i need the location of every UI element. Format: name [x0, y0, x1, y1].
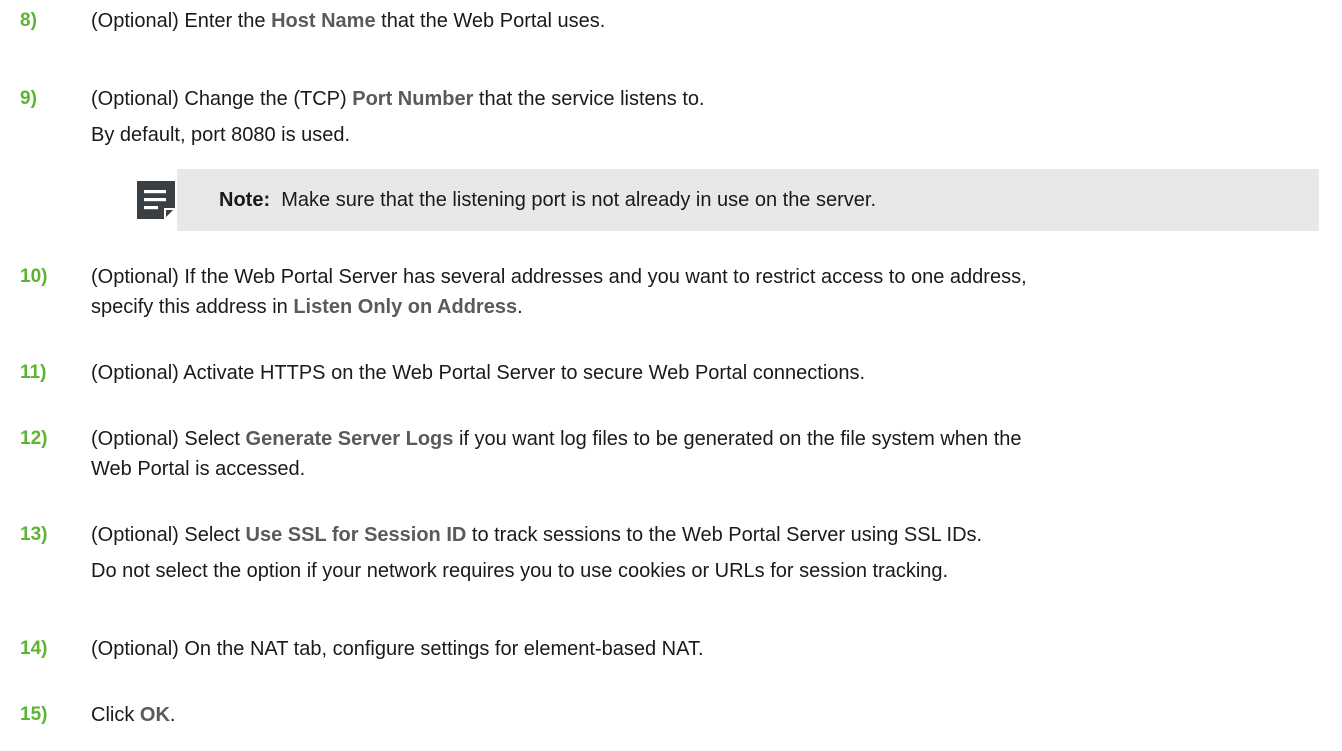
step-line: By default, port 8080 is used. — [91, 124, 351, 146]
step-text: (Optional) On the NAT tab, configure set… — [91, 634, 1342, 664]
text-run: that the service listens to. — [473, 88, 705, 110]
step-line: Click OK. — [91, 700, 1342, 730]
step-line: (Optional) Select Generate Server Logs i… — [91, 424, 1342, 454]
text-run: (Optional) Change the (TCP) — [91, 88, 353, 110]
step-number: 12) — [20, 428, 48, 449]
note-label: Note: — [219, 189, 271, 211]
note-icon — [137, 181, 175, 219]
step-number: 8) — [20, 10, 37, 31]
step-number: 13) — [20, 524, 48, 545]
text-run: to track sessions to the Web Portal Serv… — [466, 524, 983, 546]
step-line: (Optional) Activate HTTPS on the Web Por… — [91, 362, 866, 384]
text-run: (Optional) Select — [91, 524, 246, 546]
step-number: 11) — [20, 362, 47, 383]
step-line: (Optional) On the NAT tab, configure set… — [91, 638, 704, 660]
step-line: (Optional) If the Web Portal Server has … — [91, 266, 1027, 288]
text-run: (Optional) Select — [91, 428, 246, 450]
step-number: 15) — [20, 704, 48, 725]
step-text: (Optional) Select Use SSL for Session ID… — [91, 520, 1342, 586]
ui-term: Port Number — [352, 88, 474, 110]
text-run: (Optional) Enter the — [91, 10, 272, 32]
step-number: 14) — [20, 638, 48, 659]
step-line: Do not select the option if your network… — [91, 560, 949, 582]
note-box: Note: Make sure that the listening port … — [177, 169, 1319, 231]
step-line: (Optional) Enter the Host Name that the … — [91, 6, 1342, 36]
step-text: (Optional) Activate HTTPS on the Web Por… — [91, 358, 1342, 388]
step-text: (Optional) Select Generate Server Logs i… — [91, 424, 1342, 484]
step-number: 9) — [20, 88, 37, 109]
step-line: (Optional) Select Use SSL for Session ID… — [91, 520, 1342, 550]
step-text: Click OK. — [91, 700, 1342, 730]
step-number: 10) — [20, 266, 48, 287]
ui-term: Host Name — [271, 10, 376, 32]
step-text: (Optional) If the Web Portal Server has … — [91, 262, 1342, 322]
text-run: Click — [91, 704, 140, 726]
step-line: (Optional) Change the (TCP) Port Number … — [91, 84, 1342, 114]
step-text: (Optional) Change the (TCP) Port Number … — [91, 84, 1342, 150]
text-run: that the Web Portal uses. — [375, 10, 606, 32]
ui-term: Listen Only on Address — [293, 296, 518, 318]
ui-term: OK — [139, 704, 170, 726]
text-run: . — [169, 704, 176, 726]
step-text: (Optional) Enter the Host Name that the … — [91, 6, 1342, 36]
note-text: Note: Make sure that the listening port … — [219, 185, 876, 215]
note-body: Make sure that the listening port is not… — [281, 189, 877, 211]
ui-term: Use SSL for Session ID — [245, 524, 467, 546]
step-line: Web Portal is accessed. — [91, 458, 306, 480]
text-run: specify this address in — [91, 296, 294, 318]
text-run: . — [517, 296, 523, 318]
step-line: specify this address in Listen Only on A… — [91, 292, 1342, 322]
text-run: if you want log files to be generated on… — [453, 428, 1022, 450]
ui-term: Generate Server Logs — [245, 428, 454, 450]
